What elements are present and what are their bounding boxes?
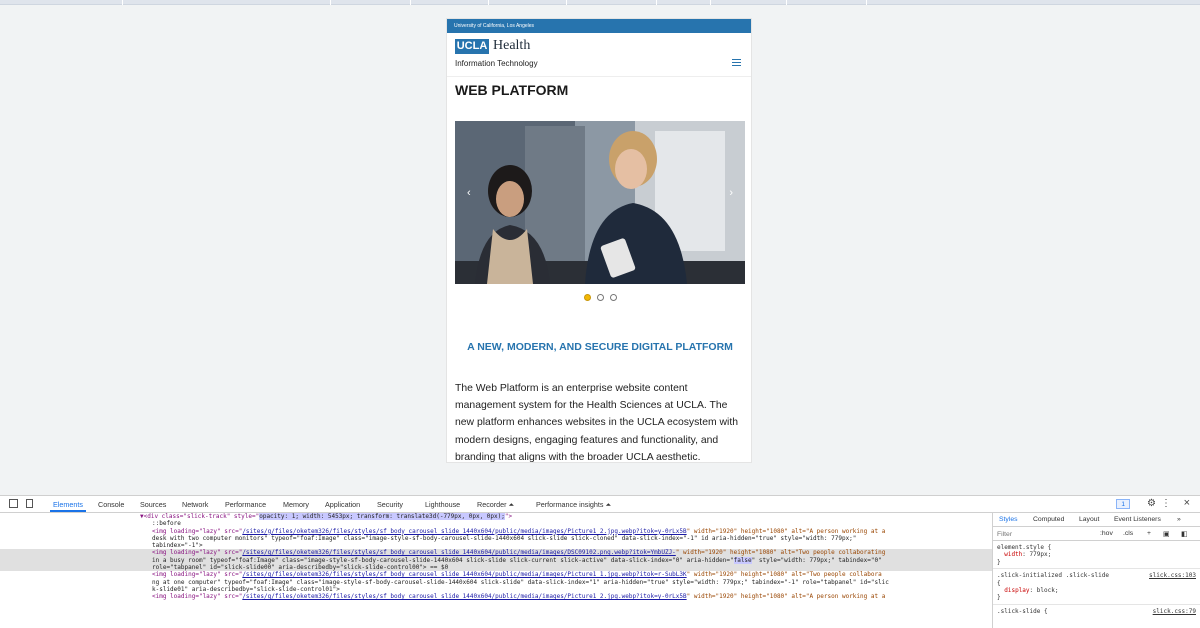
tab-layout[interactable]: Layout <box>1079 516 1099 523</box>
selected-dom-node-line[interactable]: role="tabpanel" id="slick-slide00" aria-… <box>0 564 992 572</box>
hover-state-toggle[interactable]: :hov <box>1100 530 1113 537</box>
tab-computed[interactable]: Computed <box>1033 516 1064 523</box>
dom-node-line[interactable]: k-slide01" aria-describedby="slick-slide… <box>0 586 992 593</box>
hamburger-menu-icon[interactable] <box>732 59 741 67</box>
paint-icon[interactable]: ▣ <box>1163 530 1169 538</box>
site-subtitle: Information Technology <box>455 59 538 68</box>
dom-node-line[interactable]: desk with two computer monitors" typeof=… <box>0 535 992 542</box>
mobile-preview: University of California, Los Angeles UC… <box>446 18 752 463</box>
carousel-photo <box>455 121 745 284</box>
new-rule-button[interactable]: + <box>1147 530 1151 537</box>
university-bar[interactable]: University of California, Los Angeles <box>447 19 751 33</box>
dom-node-line[interactable]: tabindex="-1"> <box>0 542 992 549</box>
elements-tree[interactable]: ▼<div class="slick-track" style="opacity… <box>0 513 992 628</box>
style-rule-slick-slide[interactable]: .slick-slide {slick.css:79 <box>993 605 1200 617</box>
selected-dom-node-line[interactable]: in a busy room" typeof="foaf:Image" clas… <box>0 556 992 565</box>
tab-performance-insights[interactable]: Performance insights ⏶ <box>536 500 611 510</box>
ucla-logo[interactable]: UCLA <box>455 39 489 54</box>
tab-memory[interactable]: Memory <box>283 500 309 509</box>
tab-event-listeners[interactable]: Event Listeners <box>1114 516 1161 523</box>
intro-paragraph: The Web Platform is an enterprise websit… <box>455 383 738 463</box>
tab-performance[interactable]: Performance <box>225 500 266 509</box>
devtools-panel: Elements Console Sources Network Perform… <box>0 495 1200 628</box>
more-options-icon[interactable]: ⋮ <box>1161 498 1171 509</box>
tab-application[interactable]: Application <box>325 500 360 509</box>
tab-security[interactable]: Security <box>377 500 403 509</box>
styles-filter-bar: :hov .cls + ▣ ◧ <box>993 527 1200 541</box>
stylesheet-link[interactable]: slick.css:103 <box>1149 572 1196 579</box>
issues-badge[interactable]: 1 <box>1116 499 1130 509</box>
inspect-element-icon[interactable] <box>9 499 18 508</box>
sidebar-toggle-icon[interactable]: ◧ <box>1181 530 1187 538</box>
stylesheet-link[interactable]: slick.css:79 <box>1153 608 1196 615</box>
carousel-next-button[interactable]: › <box>729 187 733 199</box>
styles-pane: Styles Computed Layout Event Listeners »… <box>992 513 1200 628</box>
selected-dom-node-line[interactable]: <img loading="lazy" src="/sites/g/files/… <box>0 549 992 557</box>
style-rule-element[interactable]: element.style { width: 779px; } <box>993 541 1200 570</box>
dom-node-line[interactable]: <img loading="lazy" src="/sites/g/files/… <box>0 593 992 600</box>
page-viewport: University of California, Los Angeles UC… <box>0 5 1200 495</box>
page-title: WEB PLATFORM <box>455 82 569 98</box>
device-toolbar-icon[interactable] <box>26 499 33 508</box>
carousel-prev-button[interactable]: ‹ <box>467 187 471 199</box>
tab-elements[interactable]: Elements <box>50 500 86 512</box>
styles-filter-input[interactable] <box>997 529 1093 539</box>
tab-styles[interactable]: Styles <box>999 516 1018 523</box>
close-icon[interactable]: × <box>1184 497 1190 509</box>
carousel-dot[interactable] <box>609 294 617 301</box>
gear-icon[interactable]: ⚙ <box>1147 498 1156 509</box>
devtools-tabbar: Elements Console Sources Network Perform… <box>0 496 1200 513</box>
dom-node-line[interactable]: <img loading="lazy" src="/sites/g/files/… <box>0 571 992 578</box>
style-rule-slick-initialized[interactable]: .slick-initialized .slick-slide slick.css… <box>993 569 1200 605</box>
health-logo-text[interactable]: Health <box>493 38 530 54</box>
site-header: UCLA Health Information Technology <box>447 33 751 77</box>
dom-node-line[interactable]: ng at one computer" typeof="foaf:Image" … <box>0 579 992 586</box>
dom-node-line[interactable]: ▼<div class="slick-track" style="opacity… <box>0 513 992 520</box>
tab-more[interactable]: » <box>1177 516 1181 523</box>
carousel-dot[interactable] <box>583 294 591 301</box>
tab-recorder[interactable]: Recorder ⏶ <box>477 500 514 510</box>
tab-network[interactable]: Network <box>182 500 208 509</box>
styles-tabbar: Styles Computed Layout Event Listeners » <box>993 513 1200 527</box>
carousel-dot[interactable] <box>596 294 604 301</box>
dom-node-line[interactable]: ::before <box>0 520 992 527</box>
class-toggle[interactable]: .cls <box>1123 530 1133 537</box>
tab-console[interactable]: Console <box>98 500 124 509</box>
image-carousel[interactable]: ‹ › <box>455 121 745 284</box>
carousel-dots <box>447 288 751 306</box>
dom-node-line[interactable]: <img loading="lazy" src="/sites/g/files/… <box>0 528 992 535</box>
tab-lighthouse[interactable]: Lighthouse <box>425 500 460 509</box>
section-headline: A NEW, MODERN, AND SECURE DIGITAL PLATFO… <box>467 341 733 353</box>
tab-sources[interactable]: Sources <box>140 500 166 509</box>
